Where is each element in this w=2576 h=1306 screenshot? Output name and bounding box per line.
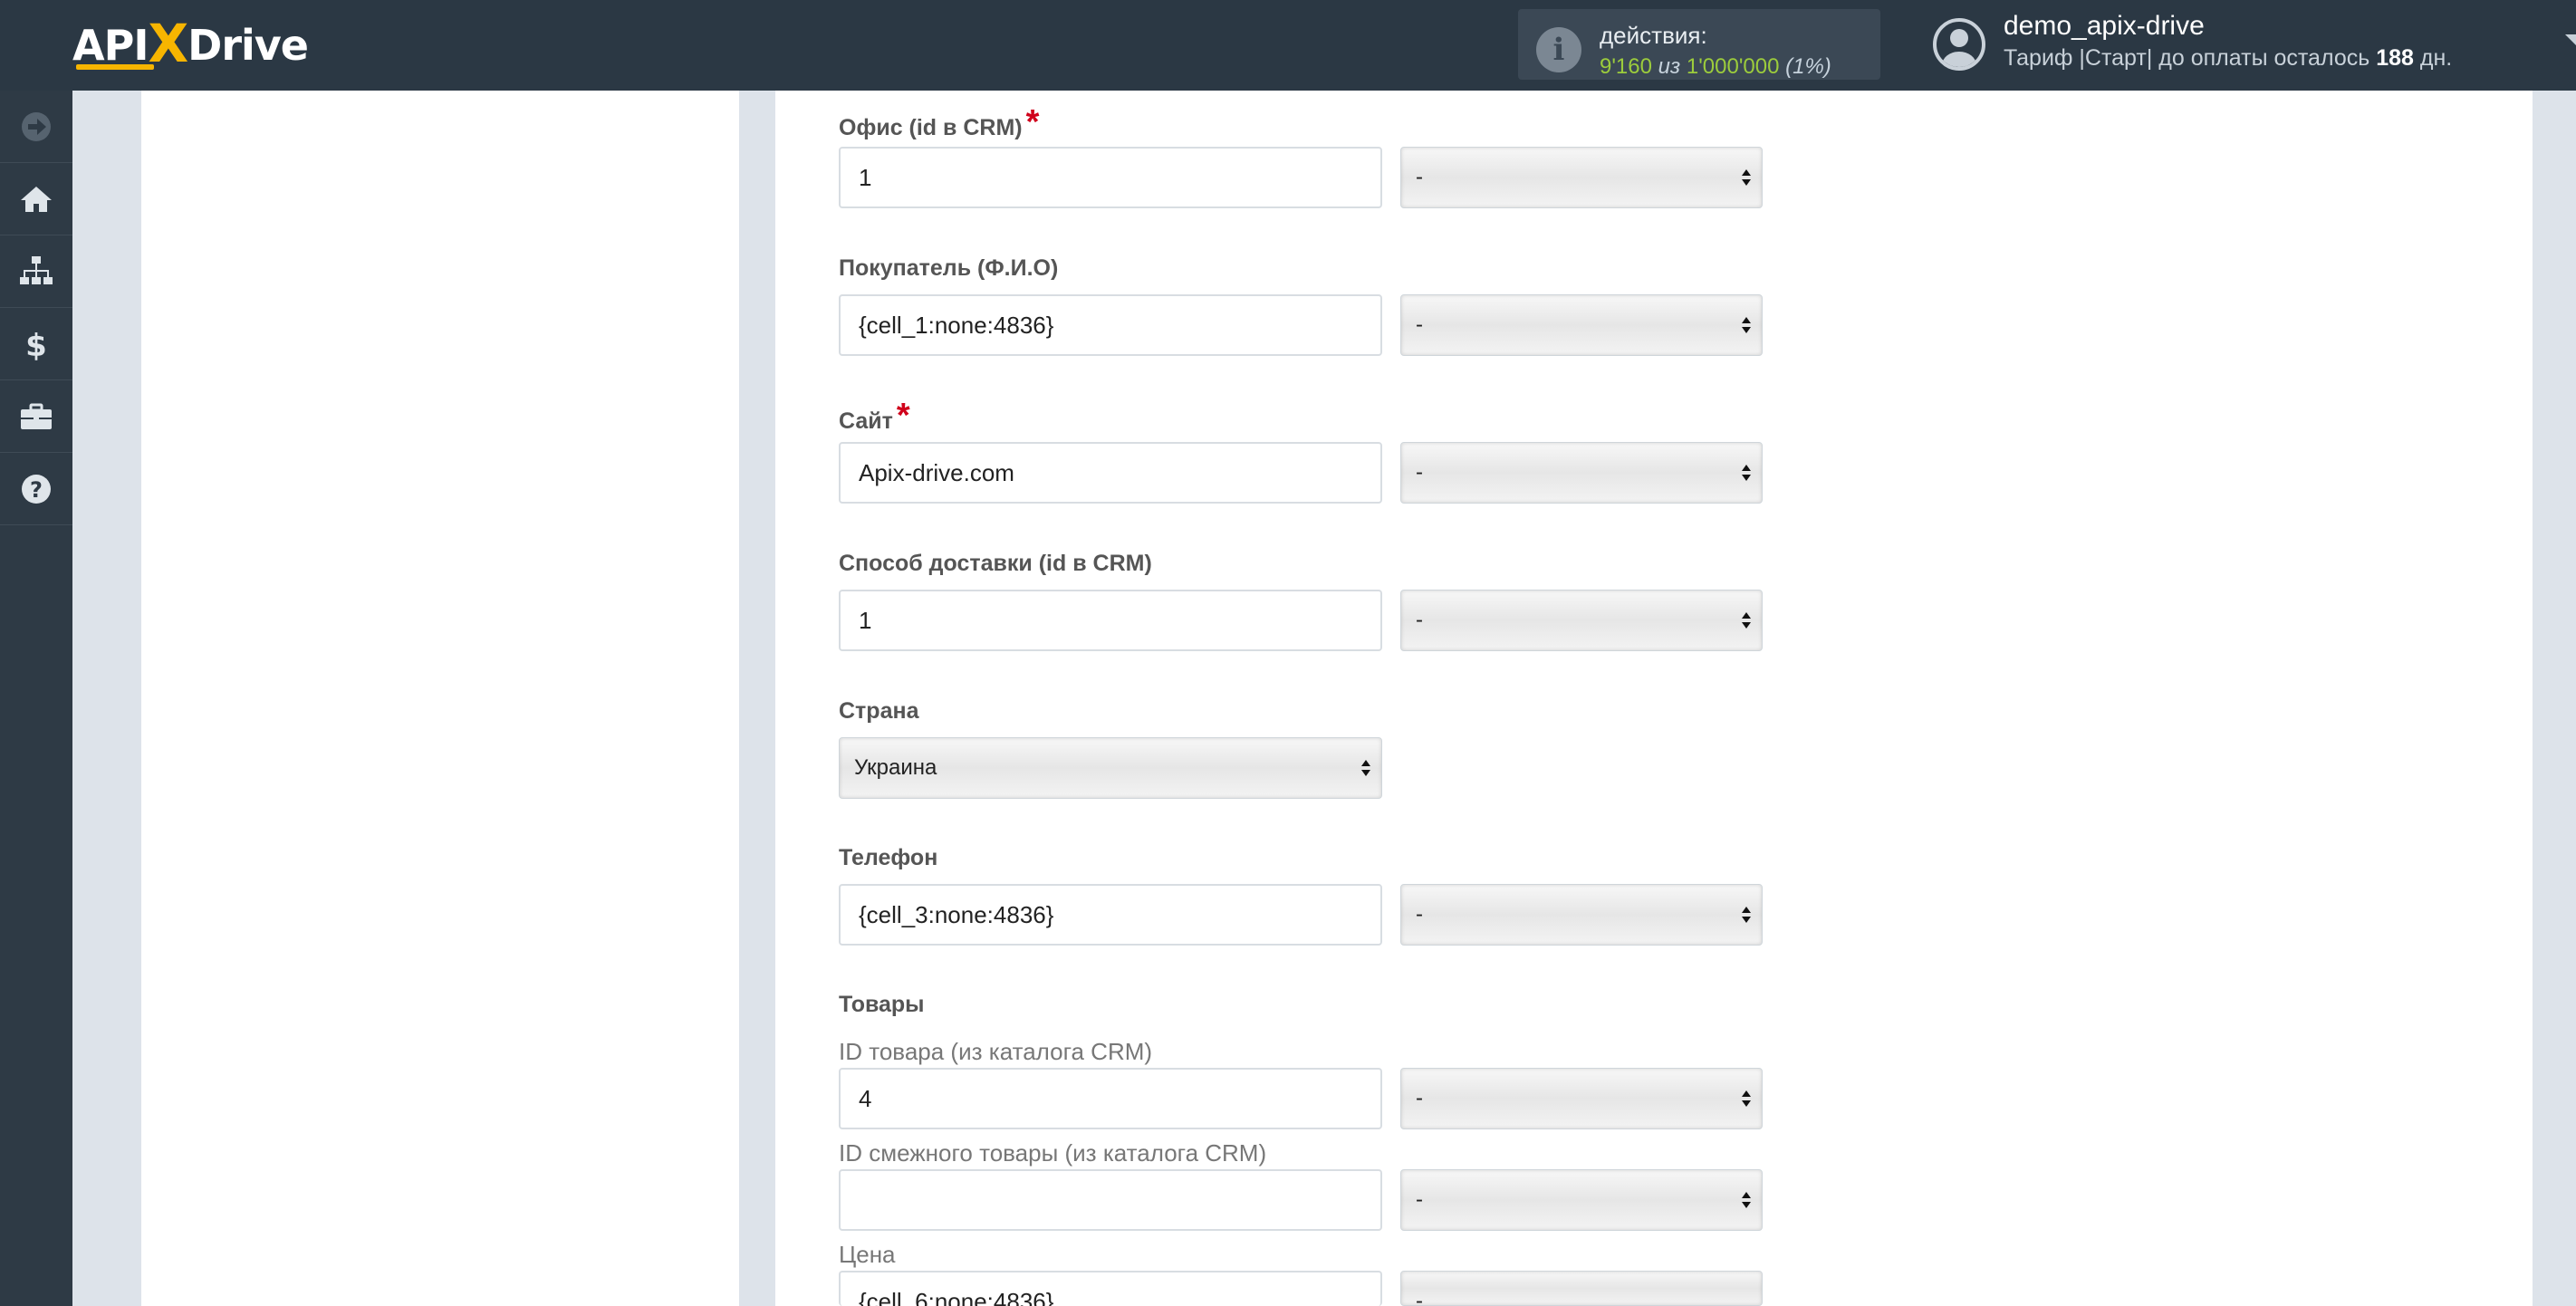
chevron-down-icon[interactable] [2565, 34, 2576, 45]
arrow-right-icon [22, 112, 51, 141]
left-panel [141, 91, 739, 1306]
user-avatar-icon[interactable] [1933, 18, 1985, 71]
user-name[interactable]: demo_apix-drive [2004, 11, 2205, 42]
phone-input[interactable]: {cell_3:none:4836} [839, 884, 1382, 946]
office-select[interactable]: - [1400, 147, 1763, 208]
svg-text:$: $ [25, 328, 47, 362]
price-label: Цена [839, 1241, 896, 1268]
sidebar-item-arrow[interactable] [0, 91, 72, 163]
actions-counter: i действия: 9'160 из 1'000'000 (1%) [1518, 9, 1880, 80]
goods-label: Товары [839, 992, 925, 1017]
select-arrows-icon [1742, 1192, 1751, 1210]
sitemap-icon [20, 256, 53, 284]
related-id-input[interactable] [839, 1169, 1382, 1231]
info-icon: i [1536, 27, 1581, 72]
select-arrows-icon [1361, 760, 1370, 778]
required-marker: * [896, 397, 910, 435]
select-arrows-icon [1742, 612, 1751, 630]
country-select[interactable]: Украина [839, 737, 1382, 799]
select-arrows-icon [1742, 317, 1751, 335]
select-arrows-icon [1742, 1090, 1751, 1109]
svg-text:?: ? [30, 477, 43, 503]
sidebar: $ ? [0, 91, 72, 1306]
sidebar-item-connections[interactable] [0, 235, 72, 308]
price-select[interactable]: - [1400, 1271, 1763, 1306]
product-id-input[interactable]: 4 [839, 1068, 1382, 1129]
delivery-input[interactable]: 1 [839, 590, 1382, 651]
briefcase-icon [21, 403, 52, 429]
related-id-label: ID смежного товары (из каталога CRM) [839, 1139, 1267, 1167]
office-label: Офис (id в CRM) * [839, 103, 1040, 141]
user-plan-info: Тариф |Старт| до оплаты осталось 188 дн. [2004, 45, 2453, 71]
sidebar-item-billing[interactable]: $ [0, 308, 72, 380]
related-id-select[interactable]: - [1400, 1169, 1763, 1231]
actions-usage: 9'160 из 1'000'000 (1%) [1600, 54, 1831, 79]
delivery-select[interactable]: - [1400, 590, 1763, 651]
sidebar-item-home[interactable] [0, 163, 72, 235]
buyer-label: Покупатель (Ф.И.О) [839, 255, 1059, 281]
site-label: Сайт * [839, 397, 910, 435]
buyer-input[interactable]: {cell_1:none:4836} [839, 294, 1382, 356]
country-label: Страна [839, 698, 919, 724]
phone-label: Телефон [839, 845, 938, 870]
select-arrows-icon [1742, 465, 1751, 483]
site-select[interactable]: - [1400, 442, 1763, 504]
office-input[interactable]: 1 [839, 147, 1382, 208]
sidebar-item-services[interactable] [0, 380, 72, 453]
price-input[interactable]: {cell_6:none:4836} [839, 1271, 1382, 1306]
site-input[interactable]: Apix-drive.com [839, 442, 1382, 504]
actions-label: действия: [1600, 22, 1707, 49]
home-icon [21, 187, 52, 212]
product-id-select[interactable]: - [1400, 1068, 1763, 1129]
sidebar-item-help[interactable]: ? [0, 453, 72, 525]
select-arrows-icon [1742, 169, 1751, 187]
select-arrows-icon [1742, 907, 1751, 925]
top-bar: APIXDrive i действия: 9'160 из 1'000'000… [0, 0, 2576, 91]
apix-drive-logo[interactable]: APIXDrive [72, 14, 309, 71]
delivery-label: Способ доставки (id в CRM) [839, 551, 1152, 576]
required-marker: * [1025, 103, 1040, 141]
buyer-select[interactable]: - [1400, 294, 1763, 356]
question-icon: ? [22, 475, 51, 504]
dollar-icon: $ [25, 328, 47, 362]
phone-select[interactable]: - [1400, 884, 1763, 946]
product-id-label: ID товара (из каталога CRM) [839, 1038, 1153, 1065]
